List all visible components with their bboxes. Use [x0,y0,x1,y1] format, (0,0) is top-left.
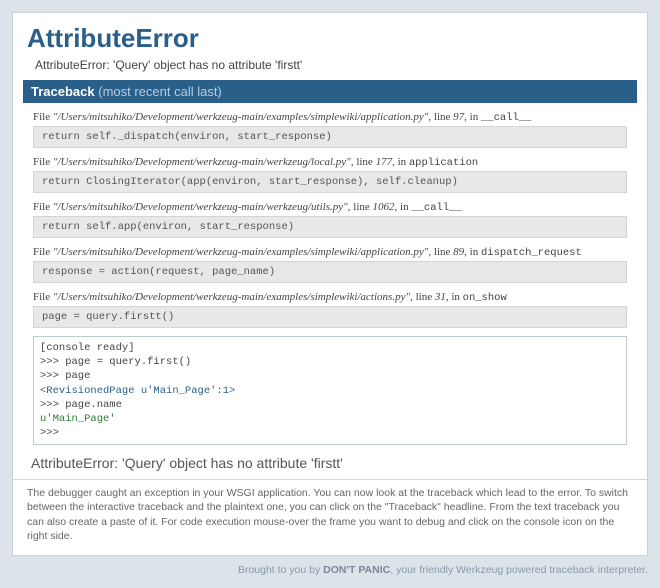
console-output: u'Main_Page' [40,413,116,425]
footer-prefix: Brought to you by [238,564,323,576]
frame-location: File "/Users/mitsuhiko/Development/werkz… [33,291,627,304]
exception-value: AttributeError: 'Query' object has no at… [35,58,633,72]
traceback-frame[interactable]: File "/Users/mitsuhiko/Development/werkz… [33,201,627,238]
footer-brand: DON'T PANIC [323,564,390,576]
console-output: <RevisionedPage u'Main_Page':1> [40,385,235,397]
exception-title: AttributeError [27,23,633,54]
traceback-header-label: Traceback [31,84,95,99]
frame-location: File "/Users/mitsuhiko/Development/werkz… [33,201,627,214]
footer-suffix: , your friendly Werkzeug powered traceba… [390,564,648,576]
traceback-frame[interactable]: File "/Users/mitsuhiko/Development/werkz… [33,246,627,283]
frame-location: File "/Users/mitsuhiko/Development/werkz… [33,246,627,259]
console-line: [console ready] [40,342,135,354]
console-prompt: >>> [40,427,59,439]
frame-code[interactable]: return self._dispatch(environ, start_res… [33,126,627,148]
debugger-panel: AttributeError AttributeError: 'Query' o… [12,12,648,556]
traceback-frame[interactable]: File "/Users/mitsuhiko/Development/werkz… [33,111,627,148]
footer: Brought to you by DON'T PANIC, your frie… [12,564,648,576]
console-line: >>> page [40,370,90,382]
traceback-header-note: (most recent call last) [98,84,222,99]
console-line: >>> page = query.first() [40,356,191,368]
frames: File "/Users/mitsuhiko/Development/werkz… [27,111,633,328]
frame-code[interactable]: return self.app(environ, start_response) [33,216,627,238]
frame-code[interactable]: page = query.firstt() [33,306,627,328]
frame-code[interactable]: response = action(request, page_name) [33,261,627,283]
frame-location: File "/Users/mitsuhiko/Development/werkz… [33,156,627,169]
frame-code[interactable]: return ClosingIterator(app(environ, star… [33,171,627,193]
traceback-frame[interactable]: File "/Users/mitsuhiko/Development/werkz… [33,291,627,328]
explanation-text: The debugger caught an exception in your… [27,486,633,543]
frame-location: File "/Users/mitsuhiko/Development/werkz… [33,111,627,124]
console-line: >>> page.name [40,399,122,411]
divider [13,479,647,480]
traceback-frame[interactable]: File "/Users/mitsuhiko/Development/werkz… [33,156,627,193]
traceback-header[interactable]: Traceback (most recent call last) [23,80,637,103]
bottom-exception: AttributeError: 'Query' object has no at… [31,455,629,471]
debug-console[interactable]: [console ready] >>> page = query.first()… [33,336,627,445]
